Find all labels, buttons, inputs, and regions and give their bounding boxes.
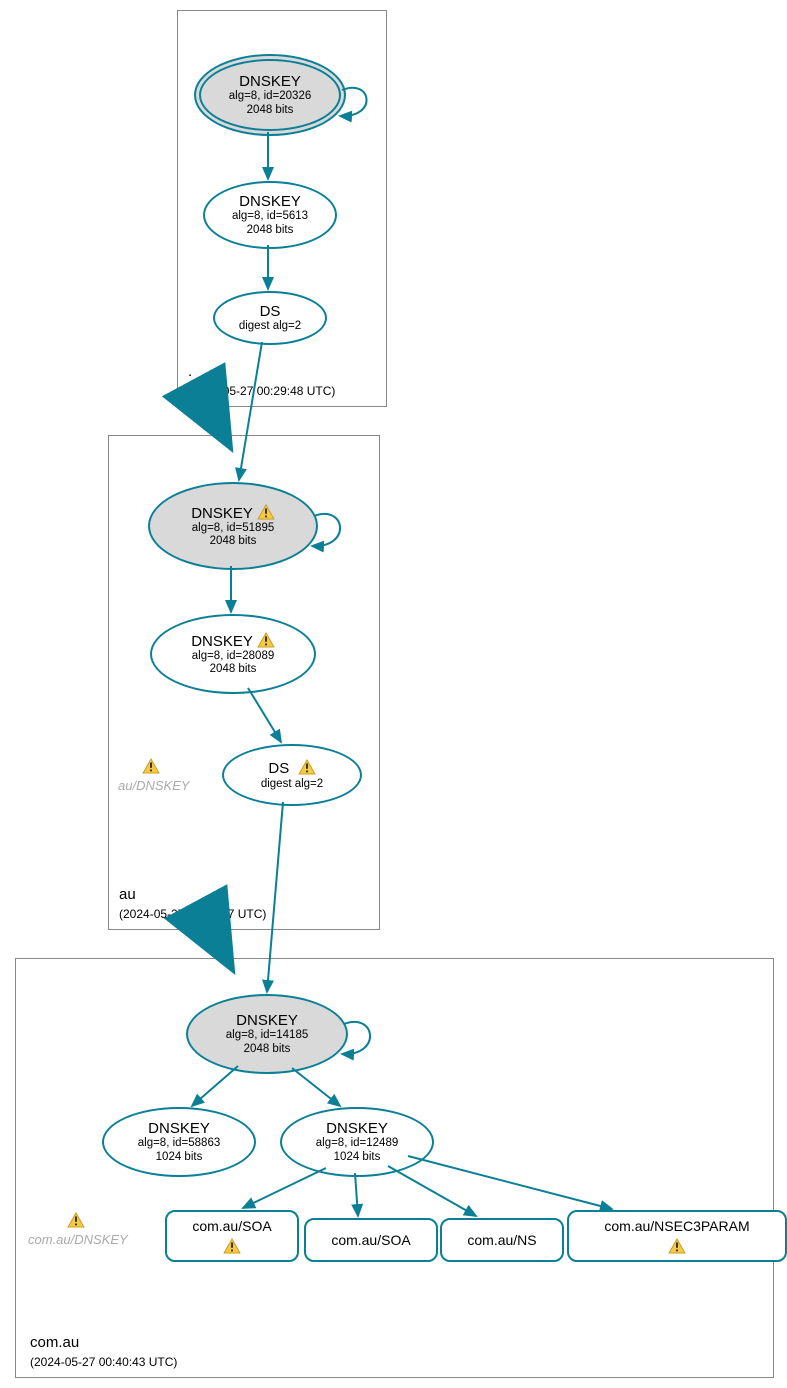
au-ksk-alg: alg=8, id=51895 — [192, 522, 275, 535]
warning-icon — [668, 1238, 686, 1254]
au-zsk-bits: 2048 bits — [210, 663, 257, 676]
comau-zsk1-bits: 1024 bits — [156, 1151, 203, 1164]
warning-icon — [298, 759, 316, 775]
root-ds-node: DS digest alg=2 — [213, 291, 327, 345]
comau-zsk1-title: DNSKEY — [148, 1120, 210, 1137]
comau-ksk-bits: 2048 bits — [244, 1043, 291, 1056]
root-ksk-title: DNSKEY — [239, 73, 301, 90]
comau-nsec3param-node: com.au/NSEC3PARAM — [567, 1210, 787, 1262]
root-ksk-node: DNSKEY alg=8, id=20326 2048 bits — [194, 54, 346, 136]
zone-root-name: . — [188, 363, 192, 380]
zone-au-name: au — [119, 886, 136, 903]
warning-icon — [257, 632, 275, 648]
comau-soa2-label: com.au/SOA — [331, 1232, 410, 1248]
root-zsk-title: DNSKEY — [239, 193, 301, 210]
root-ds-title: DS — [260, 303, 281, 320]
comau-zsk1-node: DNSKEY alg=8, id=58863 1024 bits — [102, 1107, 256, 1177]
comau-zsk2-title: DNSKEY — [326, 1120, 388, 1137]
zone-comau-name: com.au — [30, 1334, 79, 1351]
au-dnskey-warning — [142, 758, 160, 777]
comau-zsk2-bits: 1024 bits — [334, 1151, 381, 1164]
comau-ns-label: com.au/NS — [467, 1232, 536, 1248]
root-zsk-alg: alg=8, id=5613 — [232, 210, 308, 223]
au-ds-digest: digest alg=2 — [261, 778, 323, 791]
comau-dnskey-note: com.au/DNSKEY — [28, 1232, 128, 1247]
root-zsk-bits: 2048 bits — [247, 224, 294, 237]
warning-icon — [142, 758, 160, 774]
root-zsk-node: DNSKEY alg=8, id=5613 2048 bits — [203, 181, 337, 249]
au-ds-node: DS digest alg=2 — [222, 744, 362, 806]
warning-icon — [67, 1212, 85, 1228]
zone-comau-timestamp: (2024-05-27 00:40:43 UTC) — [30, 1355, 177, 1369]
warning-icon — [257, 504, 275, 520]
au-ds-title: DS — [268, 759, 315, 777]
au-dnskey-note: au/DNSKEY — [118, 778, 190, 793]
au-ksk-node: DNSKEY alg=8, id=51895 2048 bits — [148, 482, 318, 570]
comau-soa2-node: com.au/SOA — [304, 1218, 438, 1262]
comau-zsk1-alg: alg=8, id=58863 — [138, 1137, 221, 1150]
au-ksk-bits: 2048 bits — [210, 535, 257, 548]
comau-soa1-node: com.au/SOA — [165, 1210, 299, 1262]
zone-au-timestamp: (2024-05-27 00:40:37 UTC) — [119, 907, 266, 921]
root-ksk-alg: alg=8, id=20326 — [229, 90, 312, 103]
warning-icon — [223, 1238, 241, 1254]
au-ksk-title: DNSKEY — [191, 504, 275, 522]
comau-zsk2-alg: alg=8, id=12489 — [316, 1137, 399, 1150]
au-zsk-alg: alg=8, id=28089 — [192, 650, 275, 663]
comau-ns-node: com.au/NS — [440, 1218, 564, 1262]
comau-ksk-title: DNSKEY — [236, 1012, 298, 1029]
zone-root-timestamp: (2024-05-27 00:29:48 UTC) — [188, 384, 335, 398]
comau-ksk-node: DNSKEY alg=8, id=14185 2048 bits — [186, 994, 348, 1074]
comau-soa1-label: com.au/SOA — [192, 1218, 271, 1234]
comau-ksk-alg: alg=8, id=14185 — [226, 1029, 309, 1042]
comau-nsec3param-label: com.au/NSEC3PARAM — [604, 1218, 749, 1234]
au-zsk-node: DNSKEY alg=8, id=28089 2048 bits — [150, 614, 316, 694]
comau-dnskey-warning — [67, 1212, 85, 1231]
root-ksk-bits: 2048 bits — [247, 104, 294, 117]
au-zsk-title: DNSKEY — [191, 632, 275, 650]
comau-zsk2-node: DNSKEY alg=8, id=12489 1024 bits — [280, 1107, 434, 1177]
root-ds-digest: digest alg=2 — [239, 320, 301, 333]
